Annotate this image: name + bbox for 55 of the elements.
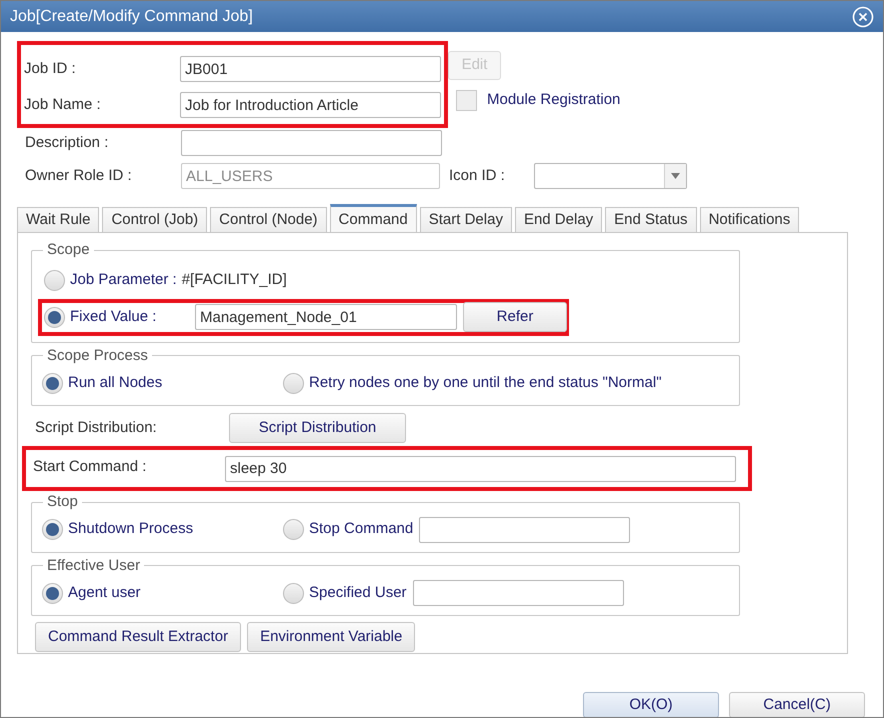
group-title: Scope Process — [46, 346, 149, 366]
refer-button[interactable]: Refer — [463, 302, 567, 332]
group-title: Stop — [46, 492, 79, 512]
text-field[interactable] — [412, 580, 624, 606]
radio-button[interactable] — [283, 519, 304, 540]
dialog-button[interactable]: OK(O) — [583, 692, 719, 717]
window-title: Job[Create/Modify Command Job] — [10, 6, 253, 26]
text-field[interactable]: sleep 30 — [225, 456, 736, 482]
parameter-text: #[FACILITY_ID] — [182, 270, 287, 290]
field-label: Script Distribution: — [35, 418, 158, 438]
field-label: Icon ID : — [448, 166, 506, 186]
radio-button[interactable] — [42, 372, 63, 394]
radio-button[interactable] — [44, 270, 65, 290]
tab[interactable]: Wait Rule — [17, 207, 100, 233]
caret-icon — [671, 173, 680, 179]
radio-label[interactable]: Stop Command — [309, 518, 414, 541]
tab[interactable]: End Delay — [514, 207, 602, 233]
radio-label[interactable]: Retry nodes one by one until the end status "Normal" — [309, 372, 662, 394]
dialog-button[interactable]: Cancel(C) — [729, 692, 865, 717]
radio-button[interactable] — [44, 306, 65, 328]
checkbox[interactable] — [456, 90, 477, 111]
text-field[interactable]: Management_Node_01 — [195, 304, 457, 330]
radio-button[interactable] — [42, 519, 63, 540]
script-distribution-button[interactable]: Script Distribution — [229, 413, 406, 443]
radio-label[interactable]: Job Parameter : — [70, 268, 177, 292]
group-title: Effective User — [46, 556, 142, 576]
text-field[interactable]: Job for Introduction Article — [180, 92, 441, 118]
radio-button[interactable] — [283, 582, 304, 604]
radio-label[interactable]: Fixed Value : — [70, 306, 190, 328]
close-icon[interactable] — [852, 6, 874, 28]
radio-button[interactable] — [42, 582, 63, 604]
tab[interactable]: Notifications — [700, 207, 800, 233]
field-label: Job Name : — [23, 94, 102, 115]
field-label: Job ID : — [23, 58, 77, 79]
tab[interactable]: End Status — [605, 207, 697, 233]
tab[interactable]: Command — [330, 204, 417, 233]
field-label: Description : — [25, 132, 110, 153]
text-field[interactable]: JB001 — [180, 56, 441, 82]
radio-label[interactable]: Specified User — [309, 582, 407, 604]
radio-label[interactable]: Run all Nodes — [68, 372, 162, 394]
radio-label[interactable]: Shutdown Process — [68, 518, 194, 541]
checkbox-label[interactable]: Module Registration — [487, 89, 620, 112]
radio-button[interactable] — [283, 372, 304, 394]
text-field[interactable] — [419, 516, 630, 542]
panel-button[interactable]: Command Result Extractor — [35, 622, 242, 652]
field-label: Owner Role ID : — [25, 166, 133, 186]
panel-button[interactable]: Environment Variable — [247, 622, 416, 652]
text-field[interactable] — [181, 130, 442, 156]
tab[interactable]: Control (Job) — [102, 207, 208, 233]
group-title: Scope — [46, 240, 91, 260]
tab[interactable]: Start Delay — [420, 207, 512, 233]
dropdown[interactable] — [534, 163, 687, 189]
tab[interactable]: Control (Node) — [210, 207, 327, 233]
radio-label[interactable]: Agent user — [68, 582, 141, 604]
field-label: Start Command : — [32, 457, 148, 477]
